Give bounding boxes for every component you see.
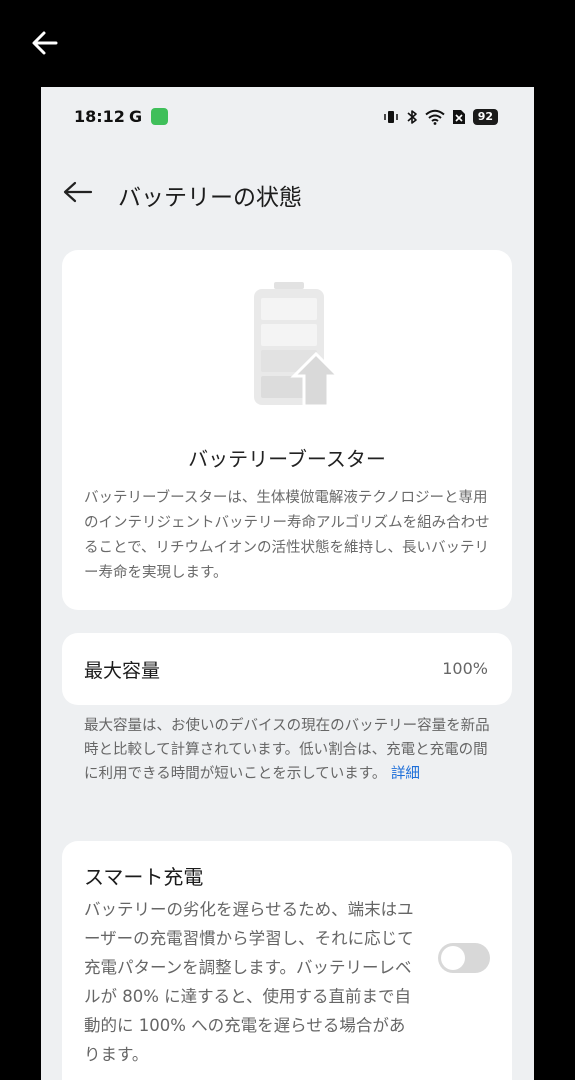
smart-charging-description: バッテリーの劣化を遅らせるため、端末はユーザーの充電習慣から学習し、それに応じて… — [84, 900, 414, 1064]
wifi-icon — [425, 109, 445, 125]
battery-booster-icon — [254, 282, 340, 408]
booster-title: バッテリーブースター — [188, 447, 386, 471]
arrow-left-icon — [63, 181, 93, 203]
smart-charging-toggle[interactable] — [438, 943, 490, 973]
booster-description: バッテリーブースターは、生体模倣電解液テクノロジーと専用のインテリジェントバッテ… — [84, 490, 490, 581]
toggle-knob — [441, 946, 465, 970]
status-time: 18:12 — [74, 107, 125, 126]
details-link[interactable]: 詳細 — [391, 766, 420, 782]
max-capacity-row: 最大容量 100% — [62, 633, 512, 705]
status-carrier-letter: G — [129, 107, 143, 126]
page-header: バッテリーの状態 — [41, 167, 534, 217]
status-bar: 18:12 G 92 — [41, 87, 534, 147]
max-capacity-note: 最大容量は、お使いのデバイスの現在のバッテリー容量を新品時と比較して計算されてい… — [84, 714, 494, 786]
phone-screen: 18:12 G 92 バッテリーの状態 バッテリーブースター バッテリーブースタ… — [41, 87, 534, 1080]
no-sim-icon — [452, 110, 465, 124]
max-capacity-value: 100% — [442, 659, 488, 678]
notification-app-icon — [151, 108, 168, 125]
arrow-left-icon — [32, 31, 58, 55]
vibrate-icon — [383, 111, 398, 123]
outer-back-button[interactable] — [28, 26, 62, 60]
page-title: バッテリーの状態 — [118, 185, 302, 211]
max-capacity-label: 最大容量 — [84, 660, 161, 682]
battery-level-badge: 92 — [472, 109, 498, 125]
back-button[interactable] — [61, 177, 95, 207]
bluetooth-icon — [407, 110, 417, 124]
battery-booster-card: バッテリーブースター バッテリーブースターは、生体模倣電解液テクノロジーと専用の… — [62, 250, 512, 610]
max-capacity-note-text: 最大容量は、お使いのデバイスの現在のバッテリー容量を新品時と比較して計算されてい… — [84, 718, 490, 782]
status-icons: 92 — [383, 107, 498, 127]
smart-charging-title: スマート充電 — [84, 865, 204, 889]
smart-charging-card[interactable]: スマート充電 バッテリーの劣化を遅らせるため、端末はユーザーの充電習慣から学習し… — [62, 841, 512, 1080]
